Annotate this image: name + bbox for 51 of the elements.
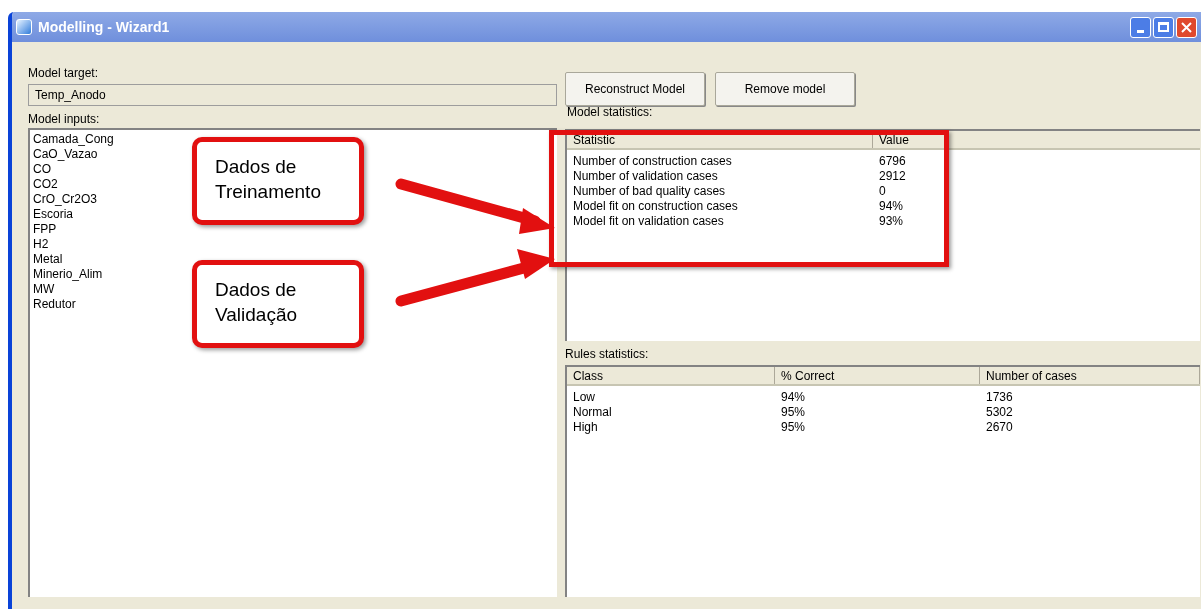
close-icon [1181,21,1192,33]
app-icon [16,19,32,35]
table-cell-text: Normal [572,405,613,420]
column-header[interactable]: Statistic [567,131,873,148]
table-cell-text: Low [572,390,596,405]
list-item[interactable]: Minerio_Alim [33,267,103,282]
callout-box: Dados de Validação [192,260,364,348]
field-label: Model inputs: [28,111,101,128]
table-cell-text: 2670 [985,420,1014,435]
table-cell-text: 2912 [878,169,907,184]
table-cell-text: 1736 [985,390,1014,405]
table-cell-text: 95% [780,420,807,435]
close-button[interactable] [1176,16,1197,38]
table-cell-text: Model fit on validation cases [572,214,725,229]
list-item[interactable]: Redutor [33,297,76,312]
list-item[interactable]: CaO_Vazao [33,147,98,162]
target-field[interactable]: Temp_Anodo [28,84,557,106]
list-item[interactable]: Escoria [33,207,73,222]
table-cell-text: 0 [878,184,887,199]
table-cell-text: 6796 [878,154,907,169]
table-cell-text: Number of bad quality cases [572,184,727,199]
table-cell-text: 94% [780,390,807,405]
list-item[interactable]: CO [33,162,51,177]
column-header[interactable]: Number of cases [980,367,1200,384]
list-item[interactable]: H2 [33,237,49,252]
field-label: Model statistics: [566,106,653,119]
list-item[interactable]: Camada_Cong [33,132,114,147]
table-cell-text: Number of construction cases [572,154,733,169]
action-button[interactable]: Remove model [715,72,855,106]
table-cell-text: 95% [780,405,807,420]
minimize-button[interactable] [1130,16,1151,38]
table-cell-text: 94% [878,199,905,214]
table-cell-text: Model fit on construction cases [572,199,739,214]
field-label: Model target: [28,65,100,82]
window-title: Modelling - Wizard1 [38,17,170,37]
table-cell-text: 93% [878,214,905,229]
column-header[interactable]: % Correct [775,367,980,384]
column-header[interactable]: Value [873,131,947,148]
field-label: Rules statistics: [565,346,649,363]
list-item[interactable]: MW [33,282,55,297]
list-item[interactable]: CO2 [33,177,58,192]
callout-box: Dados de Treinamento [192,137,364,225]
action-button[interactable]: Reconstruct Model [565,72,705,106]
table-cell-text: High [572,420,599,435]
list-item[interactable]: Metal [33,252,63,267]
column-header[interactable]: Class [567,367,775,384]
maximize-button[interactable] [1153,16,1174,38]
table-cell-text: 5302 [985,405,1014,420]
table-cell-text: Number of validation cases [572,169,719,184]
list-item[interactable]: FPP [33,222,57,237]
list-item[interactable]: CrO_Cr2O3 [33,192,97,207]
